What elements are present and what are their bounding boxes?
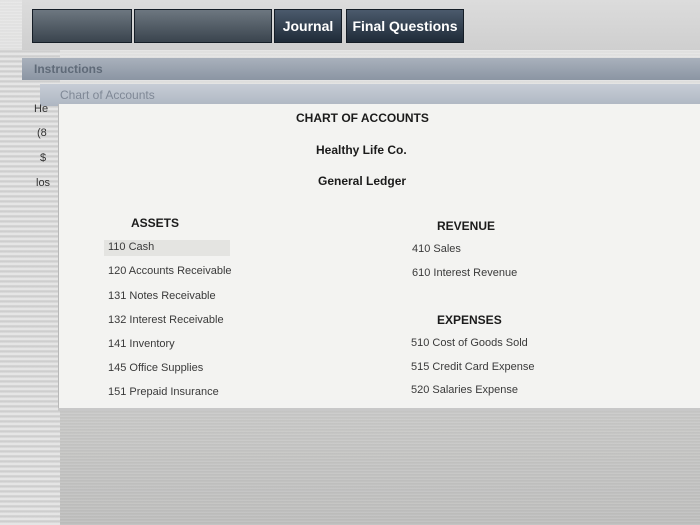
revenue-account: 610 Interest Revenue bbox=[412, 267, 518, 279]
revenue-heading: REVENUE bbox=[437, 219, 496, 233]
ledger-title: General Ledger bbox=[318, 174, 407, 188]
chart-of-accounts-tab[interactable]: Chart of Accounts bbox=[40, 84, 700, 106]
asset-account: 141 Inventory bbox=[108, 338, 175, 350]
side-label-3: $ bbox=[40, 152, 47, 164]
expense-account: 520 Salaries Expense bbox=[411, 384, 519, 396]
tab-final-questions-label: Final Questions bbox=[352, 18, 458, 34]
company-name: Healthy Life Co. bbox=[316, 143, 407, 157]
instructions-label: Instructions bbox=[34, 62, 103, 76]
instructions-tab[interactable]: Instructions bbox=[22, 58, 700, 80]
chart-heading: CHART OF ACCOUNTS bbox=[296, 111, 429, 125]
tab-final-questions[interactable]: Final Questions bbox=[346, 9, 464, 43]
tab-blurred-1[interactable] bbox=[32, 9, 132, 43]
top-tab-bar: Journal Final Questions bbox=[22, 0, 700, 50]
tab-journal[interactable]: Journal bbox=[274, 9, 342, 43]
expenses-heading: EXPENSES bbox=[437, 313, 502, 327]
side-label-1: He bbox=[34, 103, 49, 115]
revenue-account: 410 Sales bbox=[412, 243, 461, 255]
asset-account: 131 Notes Receivable bbox=[108, 290, 216, 302]
expense-account: 515 Credit Card Expense bbox=[411, 361, 535, 373]
tab-journal-label: Journal bbox=[282, 18, 334, 34]
asset-account: 120 Accounts Receivable bbox=[108, 265, 232, 277]
tab-blurred-2[interactable] bbox=[134, 9, 272, 43]
asset-account: 132 Interest Receivable bbox=[108, 314, 224, 326]
chart-of-accounts-tab-label: Chart of Accounts bbox=[60, 88, 155, 102]
assets-heading: ASSETS bbox=[131, 216, 180, 230]
left-side-strip bbox=[0, 50, 60, 525]
side-label-2: (8 bbox=[37, 127, 47, 139]
asset-account: 110 Cash bbox=[108, 241, 155, 253]
asset-account: 151 Prepaid Insurance bbox=[108, 386, 219, 398]
expense-account: 510 Cost of Goods Sold bbox=[411, 337, 528, 349]
panel-bottom-edge bbox=[58, 408, 700, 411]
asset-account: 145 Office Supplies bbox=[108, 362, 204, 374]
side-label-4: los bbox=[36, 177, 51, 189]
